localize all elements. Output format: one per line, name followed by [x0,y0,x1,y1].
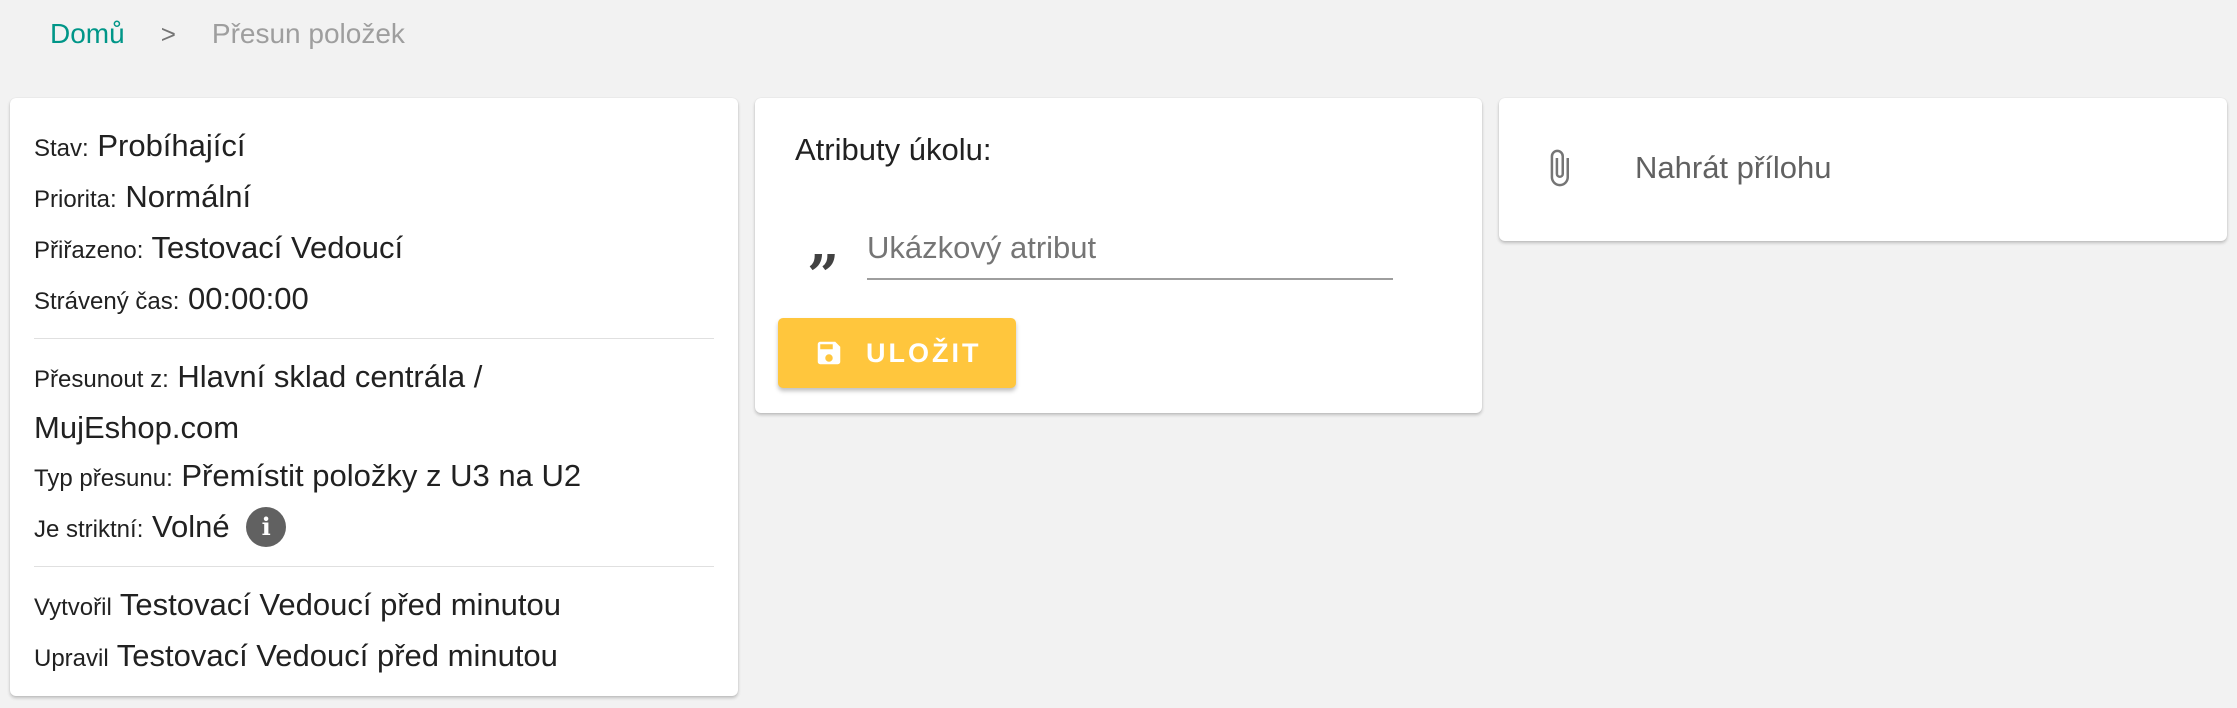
updated-row: Upravil Testovací Vedoucí před minutou [34,632,714,683]
move-from-row: Přesunout z: Hlavní sklad centrála / [34,353,714,404]
move-from-label: Přesunout z: [34,366,169,393]
move-from-value-line2: MujEshop.com [34,410,240,445]
floppy-disk-icon [817,341,841,365]
move-from-value-line1: Hlavní sklad centrála / [177,359,483,394]
paperclip-icon [1550,149,1569,187]
transfer-section: Přesunout z: Hlavní sklad centrála / Muj… [10,353,738,554]
task-attributes-card: Atributy úkolu: ” ULOŽIT [755,98,1482,413]
time-spent-label: Strávený čas: [34,288,180,315]
attribute-input[interactable] [867,218,1393,280]
strict-label: Je striktní: [34,516,144,543]
assigned-label: Přiřazeno: [34,237,144,264]
breadcrumb: Domů > Přesun položek [50,14,405,54]
assigned-row: Přiřazeno: Testovací Vedoucí [34,224,714,275]
priority-row: Priorita: Normální [34,173,714,224]
status-value: Probíhající [97,128,246,163]
created-label: Vytvořil [34,594,112,621]
strict-value: Volné [151,509,230,544]
format-quote-icon: ” [807,243,840,309]
task-status-section: Stav: Probíhající Priorita: Normální Při… [10,98,738,326]
status-row: Stav: Probíhající [34,122,714,173]
save-button-label: ULOŽIT [866,337,982,368]
upload-attachment-button[interactable]: Nahrát přílohu [1539,138,1831,198]
updated-label: Upravil [34,645,109,672]
breadcrumb-home-link[interactable]: Domů [50,18,125,50]
created-row: Vytvořil Testovací Vedoucí před minutou [34,581,714,632]
assigned-value: Testovací Vedoucí [151,230,404,265]
divider [34,566,714,567]
move-from-row-cont: MujEshop.com [34,404,714,452]
move-type-row: Typ přesunu: Přemístit položky z U3 na U… [34,452,714,503]
upload-attachment-label: Nahrát přílohu [1635,150,1832,185]
info-icon[interactable]: i [246,506,287,547]
breadcrumb-current: Přesun položek [211,18,405,49]
task-info-card: Stav: Probíhající Priorita: Normální Při… [10,98,738,696]
priority-label: Priorita: [34,186,117,213]
priority-value: Normální [125,179,252,214]
divider [34,338,714,339]
updated-value: Testovací Vedoucí před minutou [116,638,558,673]
time-spent-value: 00:00:00 [188,281,309,316]
strict-row: Je striktní: Volné i [34,503,714,554]
status-label: Stav: [34,135,89,162]
time-spent-row: Strávený čas: 00:00:00 [34,275,714,326]
chevron-right-icon: > [160,18,176,49]
save-button[interactable]: ULOŽIT [778,318,1016,388]
attributes-title: Atributy úkolu: [795,132,992,167]
upload-attachment-card: Nahrát přílohu [1499,98,2227,241]
created-value: Testovací Vedoucí před minutou [119,587,562,622]
audit-section: Vytvořil Testovací Vedoucí před minutou … [10,581,738,683]
move-type-value: Přemístit položky z U3 na U2 [181,458,582,493]
move-type-label: Typ přesunu: [34,465,173,492]
